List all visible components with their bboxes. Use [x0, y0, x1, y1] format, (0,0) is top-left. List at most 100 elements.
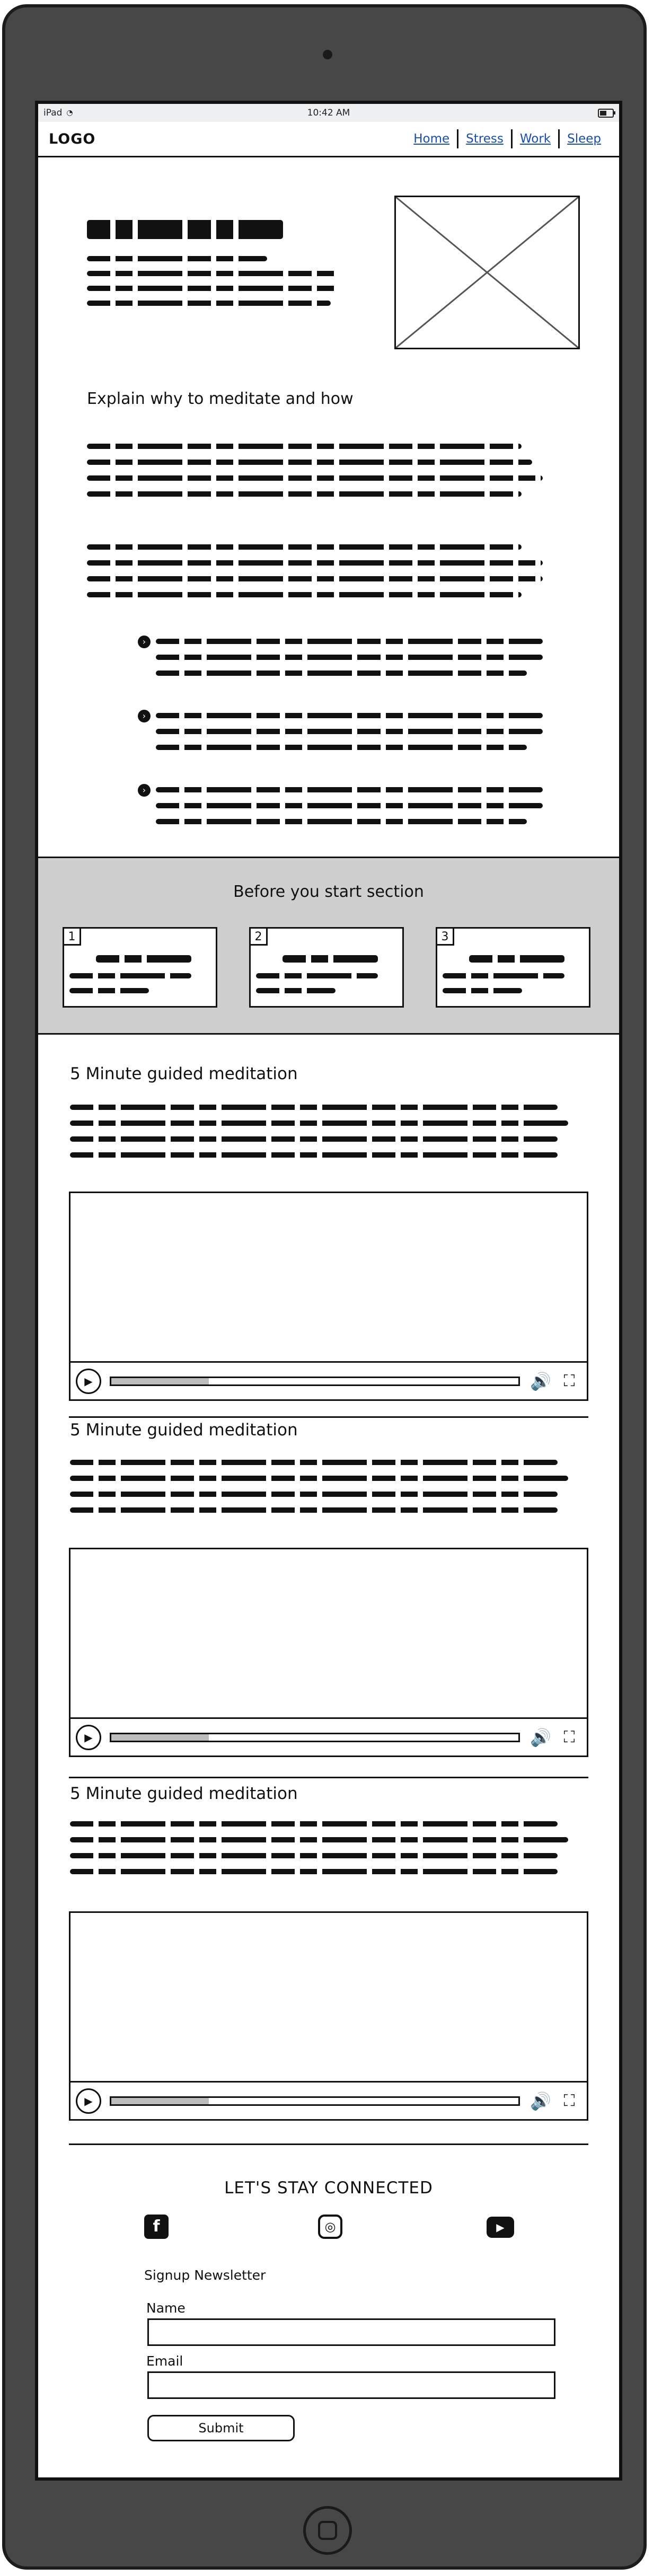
text-line [156, 729, 543, 734]
text-line [87, 491, 522, 497]
text-line [70, 1869, 558, 1874]
before-you-start-section: Before you start section 1 2 3 [38, 857, 619, 1035]
fullscreen-icon[interactable]: ⛶ [557, 2090, 581, 2112]
text-line [69, 973, 191, 978]
bullet-arrow-icon: › [138, 710, 151, 722]
fullscreen-icon[interactable]: ⛶ [557, 1371, 581, 1392]
card-title-scribble [469, 955, 564, 963]
bullet-arrow-icon: › [138, 636, 151, 648]
bullet-arrow-icon: › [138, 784, 151, 797]
submit-button[interactable]: Submit [147, 2415, 295, 2441]
text-line [87, 576, 543, 581]
video-progress-bar[interactable] [110, 2096, 520, 2106]
camera-dot [323, 50, 332, 59]
video-progress-bar[interactable] [110, 1732, 520, 1742]
instagram-icon[interactable]: ◎ [318, 2215, 342, 2239]
text-line [70, 1821, 558, 1827]
text-line [256, 988, 336, 993]
text-line [70, 1152, 558, 1158]
text-line [70, 1492, 558, 1497]
text-line [156, 745, 527, 750]
before-card[interactable]: 2 [249, 927, 404, 1008]
video-controls: ▶ 🔊 ⛶ [70, 1717, 587, 1755]
hero-text-line [87, 286, 336, 291]
email-field[interactable] [147, 2371, 555, 2399]
text-line [156, 671, 527, 676]
text-line [69, 988, 149, 993]
text-line [70, 1460, 558, 1465]
text-line [443, 988, 522, 993]
video-player[interactable]: ▶ 🔊 ⛶ [69, 1911, 588, 2121]
logo: LOGO [49, 130, 96, 147]
text-line [87, 444, 522, 449]
video-player[interactable]: ▶ 🔊 ⛶ [69, 1548, 588, 1757]
meditation-title: 5 Minute guided meditation [70, 1784, 298, 1803]
before-card[interactable]: 1 [63, 927, 217, 1008]
text-line [70, 1476, 568, 1481]
volume-icon[interactable]: 🔊 [528, 2090, 553, 2112]
nav-link-stress[interactable]: Stress [457, 129, 511, 148]
card-number: 2 [251, 929, 268, 946]
video-progress-bar[interactable] [110, 1376, 520, 1386]
name-label: Name [146, 2300, 186, 2316]
text-line [70, 1121, 568, 1126]
text-line [156, 803, 543, 808]
hero-section: Explain why to meditate and how [38, 157, 619, 444]
ipad-frame: iPad ◔ 10:42 AM LOGO Home Stress Work Sl… [2, 4, 647, 2570]
meditation-title: 5 Minute guided meditation [70, 1421, 298, 1440]
fullscreen-icon[interactable]: ⛶ [557, 1727, 581, 1748]
home-button[interactable] [303, 2506, 352, 2555]
volume-icon[interactable]: 🔊 [528, 1371, 553, 1392]
text-line [156, 787, 543, 792]
status-time: 10:42 AM [307, 108, 350, 118]
email-label: Email [146, 2353, 183, 2369]
home-square-icon [318, 2521, 337, 2540]
play-icon[interactable]: ▶ [76, 1724, 101, 1750]
nav-link-sleep[interactable]: Sleep [558, 129, 608, 148]
play-icon[interactable]: ▶ [76, 2088, 101, 2114]
card-title-scribble [283, 955, 378, 963]
text-line [156, 713, 543, 718]
newsletter-title: Signup Newsletter [144, 2268, 266, 2283]
youtube-icon[interactable]: ▶ [487, 2217, 514, 2238]
hero-title-scribble [87, 220, 283, 239]
before-card[interactable]: 3 [436, 927, 590, 1008]
section-divider [69, 1416, 588, 1418]
text-line [156, 819, 527, 824]
text-line [87, 475, 543, 481]
text-line [256, 973, 378, 978]
play-icon[interactable]: ▶ [76, 1368, 101, 1394]
progress-fill [111, 2097, 209, 2104]
meditation-title: 5 Minute guided meditation [70, 1064, 298, 1083]
progress-fill [111, 1378, 209, 1384]
section-divider [69, 2143, 588, 2145]
video-controls: ▶ 🔊 ⛶ [70, 1361, 587, 1399]
nav-link-home[interactable]: Home [406, 129, 457, 148]
battery-icon [598, 108, 615, 118]
text-line [156, 655, 543, 660]
screen: iPad ◔ 10:42 AM LOGO Home Stress Work Sl… [35, 101, 622, 2481]
hero-text-line [87, 256, 267, 261]
progress-fill [111, 1734, 209, 1741]
card-number: 3 [437, 929, 454, 946]
card-number: 1 [64, 929, 81, 946]
video-player[interactable]: ▶ 🔊 ⛶ [69, 1192, 588, 1401]
section-divider [69, 1777, 588, 1778]
video-controls: ▶ 🔊 ⛶ [70, 2081, 587, 2119]
text-line [70, 1853, 558, 1858]
top-nav: LOGO Home Stress Work Sleep [38, 122, 619, 157]
text-line [87, 560, 543, 566]
nav-links: Home Stress Work Sleep [406, 129, 608, 148]
name-field[interactable] [147, 2318, 555, 2346]
facebook-icon[interactable]: f [144, 2215, 169, 2239]
nav-link-work[interactable]: Work [510, 129, 558, 148]
text-line [87, 544, 522, 550]
volume-icon[interactable]: 🔊 [528, 1727, 553, 1748]
hero-subheading: Explain why to meditate and how [87, 390, 354, 408]
image-placeholder [394, 196, 580, 349]
text-line [156, 639, 543, 644]
before-section-title: Before you start section [233, 883, 424, 901]
text-line [70, 1136, 558, 1142]
connect-title: LET'S STAY CONNECTED [224, 2178, 433, 2198]
text-line [443, 973, 564, 978]
